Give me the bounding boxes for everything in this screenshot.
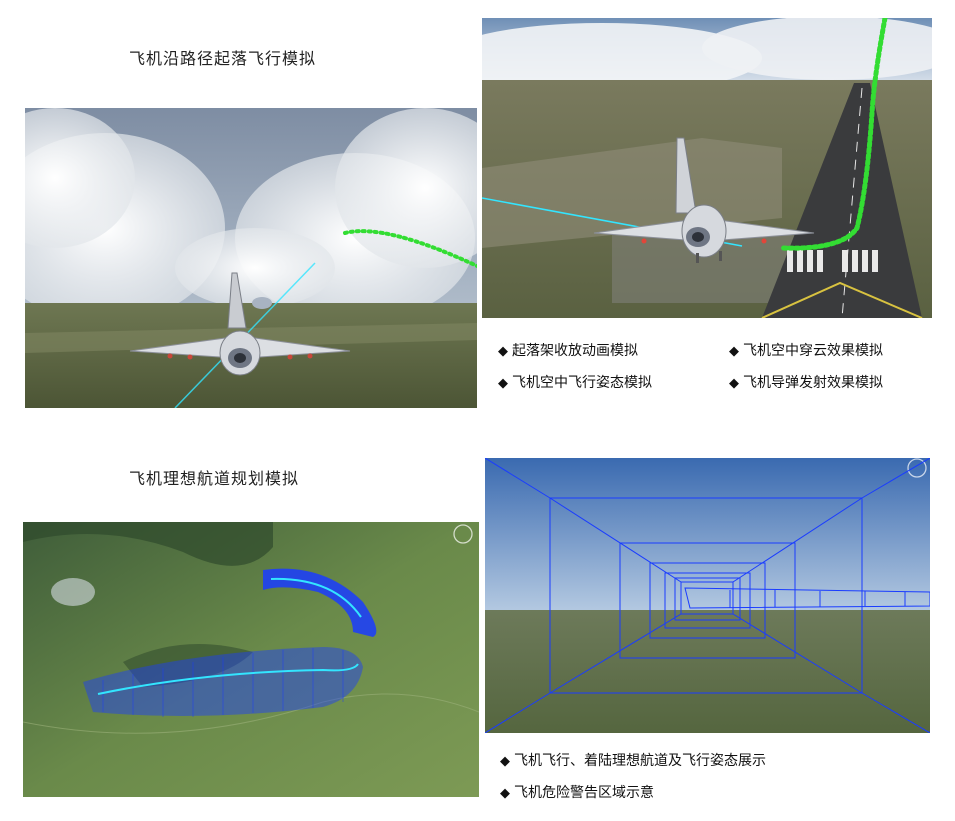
diamond-icon: ◆ — [498, 344, 508, 359]
warning-zone-image — [485, 458, 930, 733]
bullet-landing-gear: ◆ 起落架收放动画模拟 — [498, 343, 638, 359]
bullet-danger-zone: ◆ 飞机危险警告区域示意 — [500, 785, 654, 801]
diamond-icon: ◆ — [729, 376, 739, 391]
section2-title: 飞机理想航道规划模拟 — [129, 469, 300, 488]
runway-landing-image — [482, 18, 932, 318]
diamond-icon: ◆ — [500, 786, 510, 801]
diamond-icon: ◆ — [729, 344, 739, 359]
bullet-missile-launch: ◆ 飞机导弹发射效果模拟 — [729, 375, 883, 391]
bullet-cloud-effect: ◆ 飞机空中穿云效果模拟 — [729, 343, 883, 359]
diamond-icon: ◆ — [498, 376, 508, 391]
diamond-icon: ◆ — [500, 754, 510, 769]
route-planning-image — [23, 522, 479, 797]
bullet-flight-attitude: ◆ 飞机空中飞行姿态模拟 — [498, 375, 652, 391]
bullet-ideal-route: ◆ 飞机飞行、着陆理想航道及飞行姿态展示 — [500, 753, 766, 769]
section1-title: 飞机沿路径起落飞行模拟 — [129, 49, 317, 68]
cloud-flight-image — [25, 108, 477, 408]
